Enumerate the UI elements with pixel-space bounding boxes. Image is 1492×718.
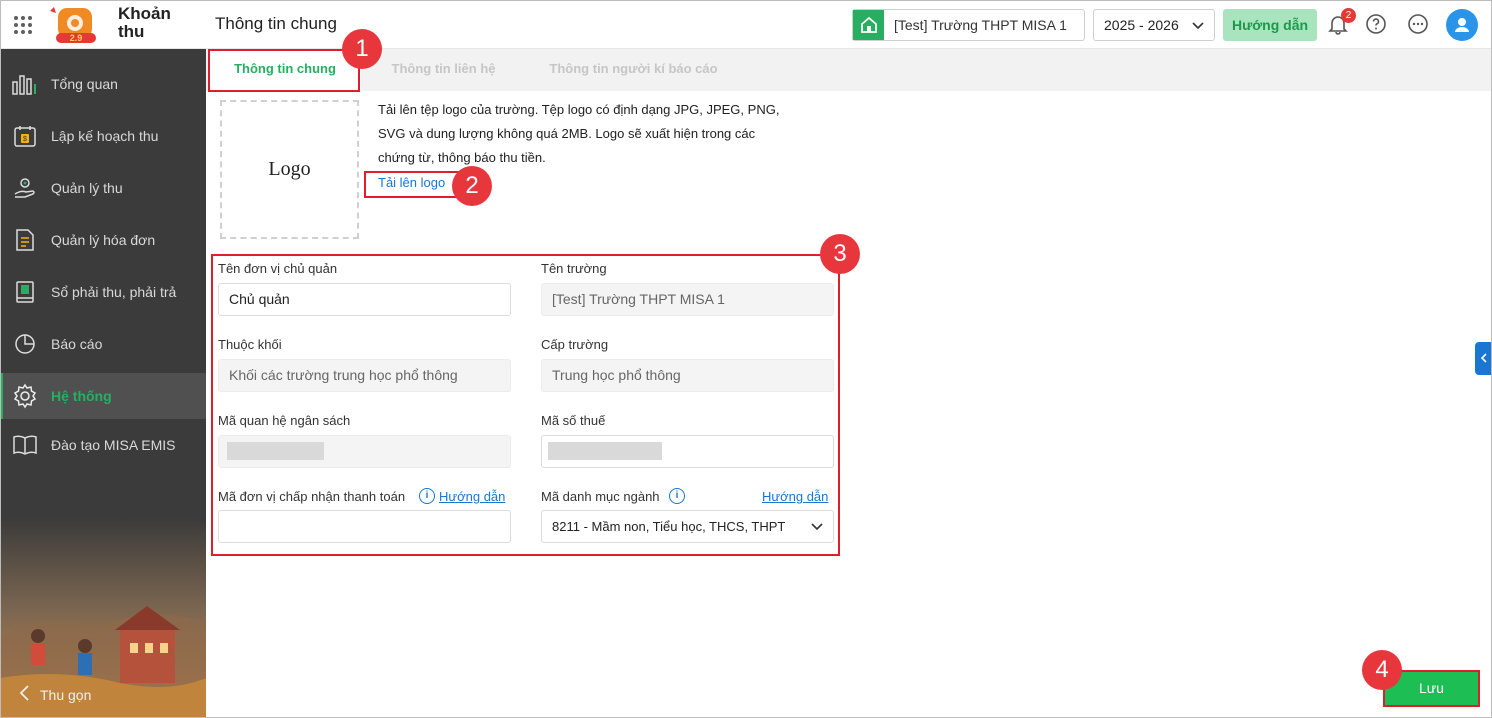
chevron-left-icon	[1480, 350, 1488, 368]
expand-panel-button[interactable]	[1475, 342, 1492, 375]
annotation-box-2	[364, 171, 459, 198]
page-title: Thông tin chung	[215, 14, 337, 33]
help-icon[interactable]	[1365, 13, 1387, 35]
collapse-label: Thu gọn	[40, 686, 92, 703]
school-home-icon	[853, 10, 884, 40]
sidebar-item-training[interactable]: Đào tạo MISA EMIS	[0, 422, 206, 468]
sidebar-item-label: Lập kế hoạch thu	[51, 128, 159, 144]
sidebar-item-planning[interactable]: $ Lập kế hoạch thu	[0, 113, 206, 159]
annotation-number-1: 1	[342, 29, 382, 69]
calendar-money-icon: $	[12, 123, 38, 149]
app-launcher-icon[interactable]	[14, 16, 32, 34]
sidebar: Tổng quan $ Lập kế hoạch thu Quản lý thu…	[0, 49, 206, 718]
notification-badge: 2	[1341, 8, 1356, 23]
tab-report-signer[interactable]: Thông tin người kí báo cáo	[536, 49, 731, 91]
sidebar-item-label: Đào tạo MISA EMIS	[51, 437, 176, 453]
logo-placeholder[interactable]: Logo	[220, 100, 359, 239]
hand-coin-icon	[12, 175, 38, 201]
school-name: [Test] Trường THPT MISA 1	[894, 17, 1067, 33]
year-value: 2025 - 2026	[1104, 17, 1179, 33]
collapse-sidebar-button[interactable]: Thu gọn	[18, 685, 91, 704]
more-options-icon[interactable]	[1407, 13, 1429, 35]
sidebar-item-label: Quản lý thu	[51, 180, 123, 196]
chart-bars-icon	[12, 71, 38, 97]
annotation-number-4: 4	[1362, 650, 1402, 690]
annotation-number-3: 3	[820, 234, 860, 274]
top-header: 2.9 Khoản thu Thông tin chung [Test] Trư…	[0, 0, 1492, 49]
sidebar-item-label: Quản lý hóa đơn	[51, 232, 156, 248]
sidebar-item-label: Báo cáo	[51, 336, 103, 352]
guide-button[interactable]: Hướng dẫn	[1223, 9, 1317, 41]
user-avatar[interactable]	[1446, 9, 1478, 41]
chevron-left-icon	[18, 685, 32, 704]
svg-text:2.9: 2.9	[70, 33, 83, 43]
annotation-box-3	[211, 254, 840, 556]
logo-description: Tải lên tệp logo của trường. Tệp logo có…	[378, 102, 780, 165]
open-book-icon	[12, 432, 38, 458]
svg-text:$: $	[23, 136, 27, 143]
app-name: Khoản thu	[118, 4, 171, 41]
gear-icon	[12, 383, 38, 409]
annotation-number-2: 2	[452, 166, 492, 206]
app-logo: 2.9	[44, 5, 106, 45]
sidebar-item-system[interactable]: Hệ thống	[0, 373, 206, 419]
chevron-down-icon	[1192, 17, 1204, 33]
year-select[interactable]: 2025 - 2026	[1093, 9, 1215, 41]
pie-chart-icon	[12, 331, 38, 357]
sidebar-item-label: Hệ thống	[51, 388, 112, 404]
sidebar-item-reports[interactable]: Báo cáo	[0, 321, 206, 367]
sidebar-item-overview[interactable]: Tổng quan	[0, 61, 206, 107]
school-selector[interactable]: [Test] Trường THPT MISA 1	[852, 9, 1085, 41]
ledger-book-icon	[12, 279, 38, 305]
sidebar-item-label: Tổng quan	[51, 76, 118, 92]
sidebar-item-label: Sổ phải thu, phải trả	[51, 284, 177, 300]
annotation-box-1	[208, 49, 360, 92]
tab-bar: Thông tin chung Thông tin liên hệ Thông …	[206, 49, 1492, 91]
invoice-icon	[12, 227, 38, 253]
tab-contact-info[interactable]: Thông tin liên hệ	[376, 49, 511, 91]
sidebar-item-invoices[interactable]: Quản lý hóa đơn	[0, 217, 206, 263]
sidebar-item-collections[interactable]: Quản lý thu	[0, 165, 206, 211]
sidebar-item-ledger[interactable]: Sổ phải thu, phải trả	[0, 269, 206, 315]
